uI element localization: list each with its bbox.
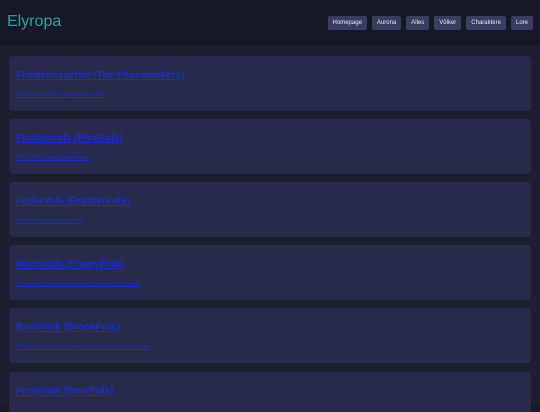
folk-card[interactable]: FederVolk (FeatherFolk) The Folk that fl… [9, 182, 531, 237]
folk-card-title[interactable]: Fichtenvolk (PineFolk) [16, 133, 123, 144]
folk-card[interactable]: Fichtenvolk (PineFolk) The Folk that liv… [9, 119, 531, 174]
nav-lore-button[interactable]: Lore [510, 16, 533, 30]
folk-list: Friedenssucher (The Peacemakers) The pea… [0, 46, 540, 412]
folk-card-title[interactable]: MohnVolk (PoppyFolk) [16, 259, 124, 270]
nav-aurona-button[interactable]: Aurona [371, 16, 402, 30]
folk-card[interactable]: MohnVolk (PoppyFolk) The peaceful commun… [9, 245, 531, 300]
folk-card-description[interactable]: The Folk that lives among trees/fir [16, 155, 91, 161]
folk-card-title[interactable]: Friedenssucher (The Peacemakers) [16, 70, 184, 81]
folk-card[interactable]: FrostVolk (frostFolk) [9, 372, 531, 412]
folk-card-description[interactable]: The fisherfolk who living near and that … [16, 344, 151, 350]
nav-homepage-button[interactable]: Homepage [327, 16, 367, 30]
nav-voelker-button[interactable]: Völker [434, 16, 462, 30]
folk-card-title[interactable]: FrostVolk (frostFolk) [16, 386, 114, 397]
folk-card-title[interactable]: BachVolk (BrookFolk) [16, 322, 120, 333]
folk-card-title[interactable]: FederVolk (FeatherFolk) [16, 196, 130, 207]
folk-card-description[interactable]: The peaceful communication with the spir… [16, 281, 140, 287]
folk-card-description[interactable]: The Folk that flies in the skies [16, 218, 82, 224]
folk-card[interactable]: BachVolk (BrookFolk) The fisherfolk who … [9, 308, 531, 363]
nav-alles-button[interactable]: Alles [406, 16, 430, 30]
main-nav: Homepage Aurona Alles Völker Charaktere … [327, 16, 533, 30]
nav-charaktere-button[interactable]: Charaktere [466, 16, 506, 30]
folk-card-description[interactable]: The peaceful Folk living around the Pill… [16, 92, 106, 98]
folk-card[interactable]: Friedenssucher (The Peacemakers) The pea… [9, 56, 531, 111]
site-header: Elyropa Homepage Aurona Alles Völker Cha… [0, 0, 540, 46]
site-title[interactable]: Elyropa [7, 13, 61, 31]
